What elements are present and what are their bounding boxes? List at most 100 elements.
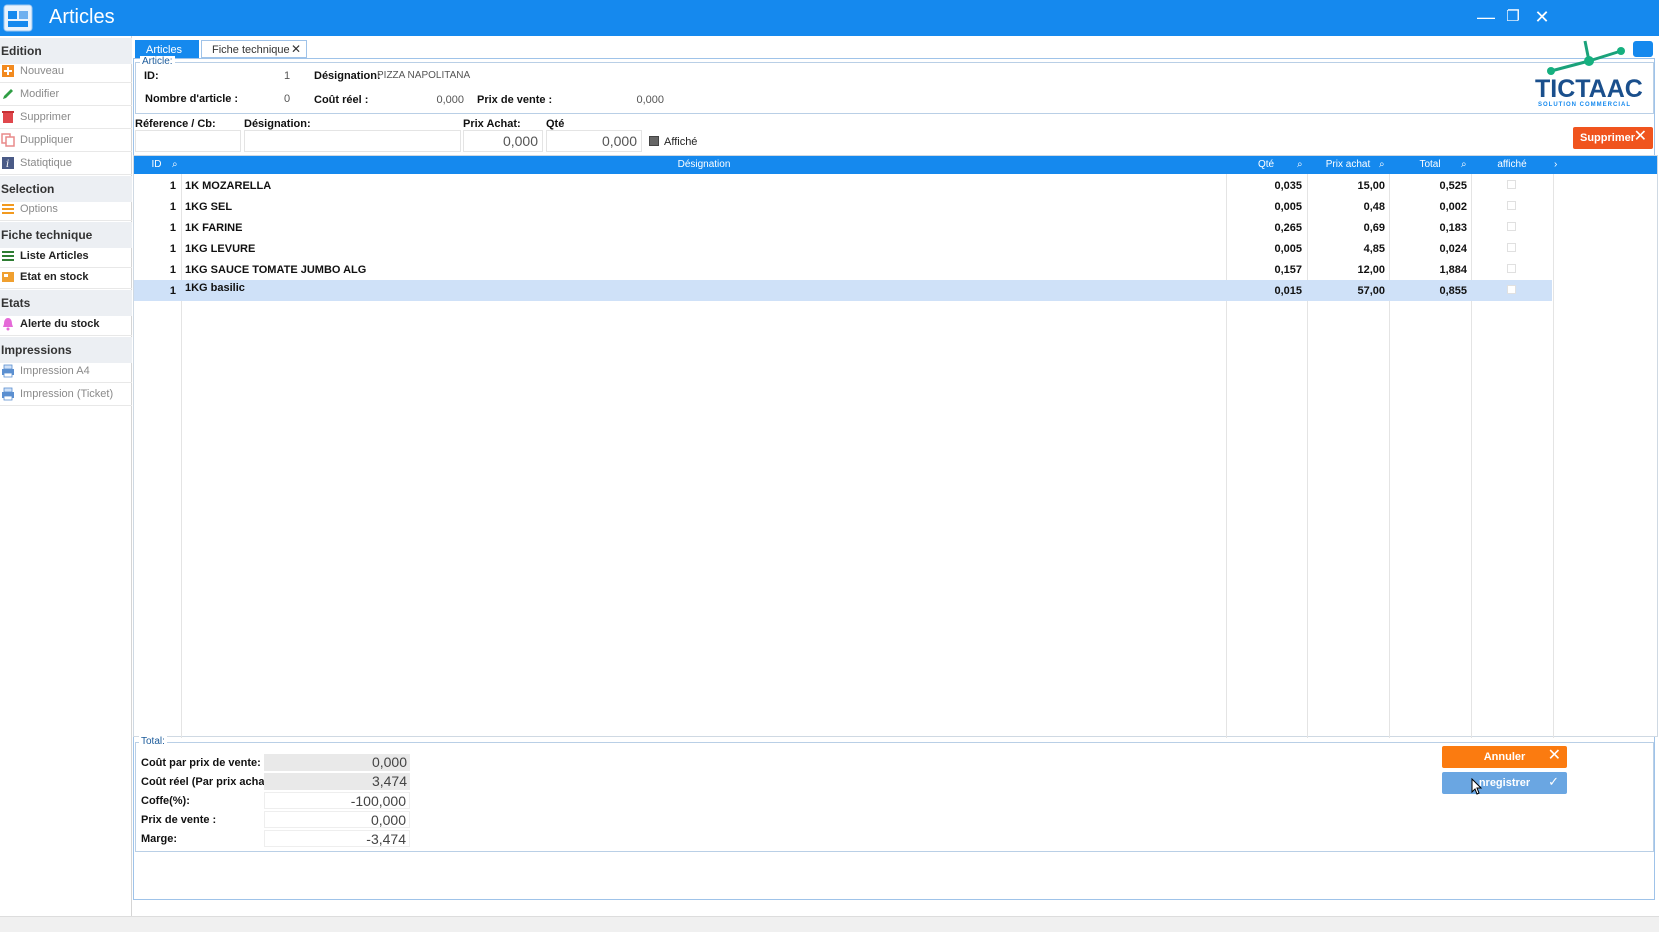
search-icon[interactable]: ⌕	[1379, 159, 1385, 170]
main-area: Articles Fiche technique ✕ Article: ID: …	[133, 36, 1659, 916]
copy-icon	[1, 133, 15, 147]
col-total-header[interactable]: Total	[1389, 156, 1471, 174]
cell-prix-achat: 12,00	[1357, 264, 1385, 276]
affiche-row-checkbox[interactable]	[1507, 264, 1516, 273]
table-row[interactable]: 1 1K MOZARELLA 0,035 15,00 0,525	[134, 175, 1552, 196]
close-icon[interactable]: ✕	[291, 42, 301, 56]
annuler-button[interactable]: Annuler ✕	[1442, 746, 1567, 768]
printer-icon	[2, 364, 14, 378]
cell-designation: 1KG SEL	[185, 201, 233, 213]
table-row[interactable]: 1 1KG SEL 0,005 0,48 0,002	[134, 196, 1552, 217]
marge-field: -3,474	[264, 830, 410, 847]
minimize-button[interactable]: —	[1475, 6, 1497, 28]
search-icon[interactable]: ⌕	[172, 159, 178, 170]
sidebar-item-etat-stock[interactable]: Etat en stock	[0, 266, 132, 289]
coffe-input[interactable]: -100,000	[264, 792, 410, 809]
chevron-right-icon[interactable]: ›	[1554, 159, 1557, 170]
cell-id: 1	[169, 201, 176, 213]
sidebar-item-impression-a4[interactable]: Impression A4	[0, 360, 132, 383]
prix-achat-input[interactable]: 0,000	[463, 130, 543, 152]
affiche-row-checkbox[interactable]	[1507, 180, 1516, 189]
cout-reel-total-label: Coût réel (Par prix achat):	[141, 776, 276, 788]
cell-total: 0,002	[1439, 201, 1467, 213]
cell-id: 1	[169, 222, 176, 234]
reference-input[interactable]	[135, 130, 241, 152]
sidebar-item-label: Liste Articles	[20, 250, 89, 262]
sidebar-item-label: Impression (Ticket)	[20, 388, 114, 400]
sidebar-item-impression-ticket[interactable]: Impression (Ticket)	[0, 383, 132, 406]
cell-prix-achat: 0,48	[1363, 201, 1385, 213]
grid-header: ID ⌕ Désignation Qté ⌕ Prix achat ⌕ Tota…	[134, 156, 1657, 174]
maximize-button[interactable]: ❐	[1502, 6, 1524, 28]
cell-prix-achat: 57,00	[1357, 285, 1385, 297]
search-icon[interactable]: ⌕	[1297, 159, 1303, 170]
close-window-button[interactable]: ✕	[1531, 6, 1553, 28]
sidebar-item-label: Options	[20, 203, 58, 215]
pencil-icon	[3, 89, 13, 99]
cell-designation: 1KG basilic	[185, 282, 245, 294]
table-row[interactable]: 1 1KG SAUCE TOMATE JUMBO ALG 0,157 12,00 1,8…	[134, 259, 1552, 280]
sidebar-item-label: Etat en stock	[20, 271, 89, 283]
search-icon[interactable]: ⌕	[1461, 159, 1467, 170]
sidebar-item-modifier[interactable]: Modifier	[0, 83, 132, 106]
coffe-label: Coffe(%):	[141, 795, 190, 807]
col-qte-header[interactable]: Qté	[1226, 156, 1306, 174]
sidebar-item-supprimer[interactable]: Supprimer	[0, 106, 132, 129]
prix-vente-input[interactable]: 0,000	[264, 811, 410, 828]
sidebar-item-liste-articles[interactable]: Liste Articles	[0, 245, 132, 268]
sidebar-item-label: Supprimer	[20, 111, 71, 123]
entry-designation-label: Désignation:	[244, 118, 311, 130]
cell-prix-achat: 0,69	[1363, 222, 1385, 234]
affiche-row-checkbox[interactable]	[1507, 243, 1516, 252]
plus-icon	[2, 65, 14, 77]
cout-reel-label: Coût réel :	[314, 94, 369, 106]
affiche-row-checkbox[interactable]	[1507, 285, 1516, 294]
table-row[interactable]: 1 1KG LEVURE 0,005 4,85 0,024	[134, 238, 1552, 259]
cout-prix-vente-label: Coût par prix de vente:	[141, 757, 261, 769]
supprimer-button[interactable]: Supprimer ✕	[1573, 127, 1653, 149]
col-designation-header[interactable]: Désignation	[182, 156, 1226, 174]
sidebar-item-alerte-stock[interactable]: Alerte du stock	[0, 313, 132, 336]
article-legend: Article:	[140, 56, 175, 67]
svg-text:i: i	[6, 159, 9, 170]
tab-label: Fiche technique	[212, 44, 290, 56]
supprimer-label: Supprimer	[1580, 132, 1636, 144]
col-prix-achat-header[interactable]: Prix achat	[1307, 156, 1389, 174]
qte-input[interactable]: 0,000	[546, 130, 642, 152]
close-icon: ✕	[1547, 747, 1561, 764]
enregistrer-button[interactable]: nregistrer ✓	[1442, 772, 1567, 794]
cell-qte: 0,157	[1274, 264, 1302, 276]
cell-total: 0,183	[1439, 222, 1467, 234]
cout-reel-total-field: 3,474	[264, 773, 410, 790]
qte-label: Qté	[546, 118, 565, 130]
sidebar-item-nouveau[interactable]: Nouveau	[0, 60, 132, 83]
cell-qte: 0,015	[1274, 285, 1302, 297]
table-row[interactable]: 1 1K FARINE 0,265 0,69 0,183	[134, 217, 1552, 238]
table-row[interactable]: 1 1KG basilic 0,015 57,00 0,855	[134, 280, 1552, 301]
col-affiche-header[interactable]: affiché	[1471, 156, 1553, 174]
nombre-article-value: 0	[284, 93, 291, 105]
logo-brand: TICTAAC	[1535, 75, 1643, 103]
sidebar: Edition Nouveau Modifier Supprimer Duppl…	[0, 36, 132, 916]
tab-fiche-technique[interactable]: Fiche technique ✕	[201, 40, 307, 58]
nombre-article-label: Nombre d'article :	[145, 93, 239, 105]
affiche-checkbox[interactable]	[649, 136, 659, 146]
sidebar-item-statistique[interactable]: i Statiqtique	[0, 152, 132, 175]
cell-qte: 0,265	[1274, 222, 1302, 234]
ingredients-grid: ID ⌕ Désignation Qté ⌕ Prix achat ⌕ Tota…	[133, 155, 1658, 738]
enregistrer-label: nregistrer	[1478, 777, 1531, 789]
prix-vente-label: Prix de vente :	[477, 94, 553, 106]
cell-total: 0,525	[1439, 180, 1467, 192]
marge-label: Marge:	[141, 833, 178, 845]
window-title: Articles	[49, 6, 115, 28]
cell-designation: 1K MOZARELLA	[185, 180, 272, 192]
affiche-row-checkbox[interactable]	[1507, 201, 1516, 210]
sidebar-item-options[interactable]: Options	[0, 198, 132, 221]
column-divider	[1553, 174, 1554, 738]
designation-input[interactable]	[244, 130, 461, 152]
bell-icon	[3, 318, 13, 331]
affiche-row-checkbox[interactable]	[1507, 222, 1516, 231]
annuler-label: Annuler	[1483, 751, 1526, 763]
sidebar-item-dupliquer[interactable]: Duppliquer	[0, 129, 132, 152]
reference-label: Réference / Cb:	[135, 118, 216, 130]
